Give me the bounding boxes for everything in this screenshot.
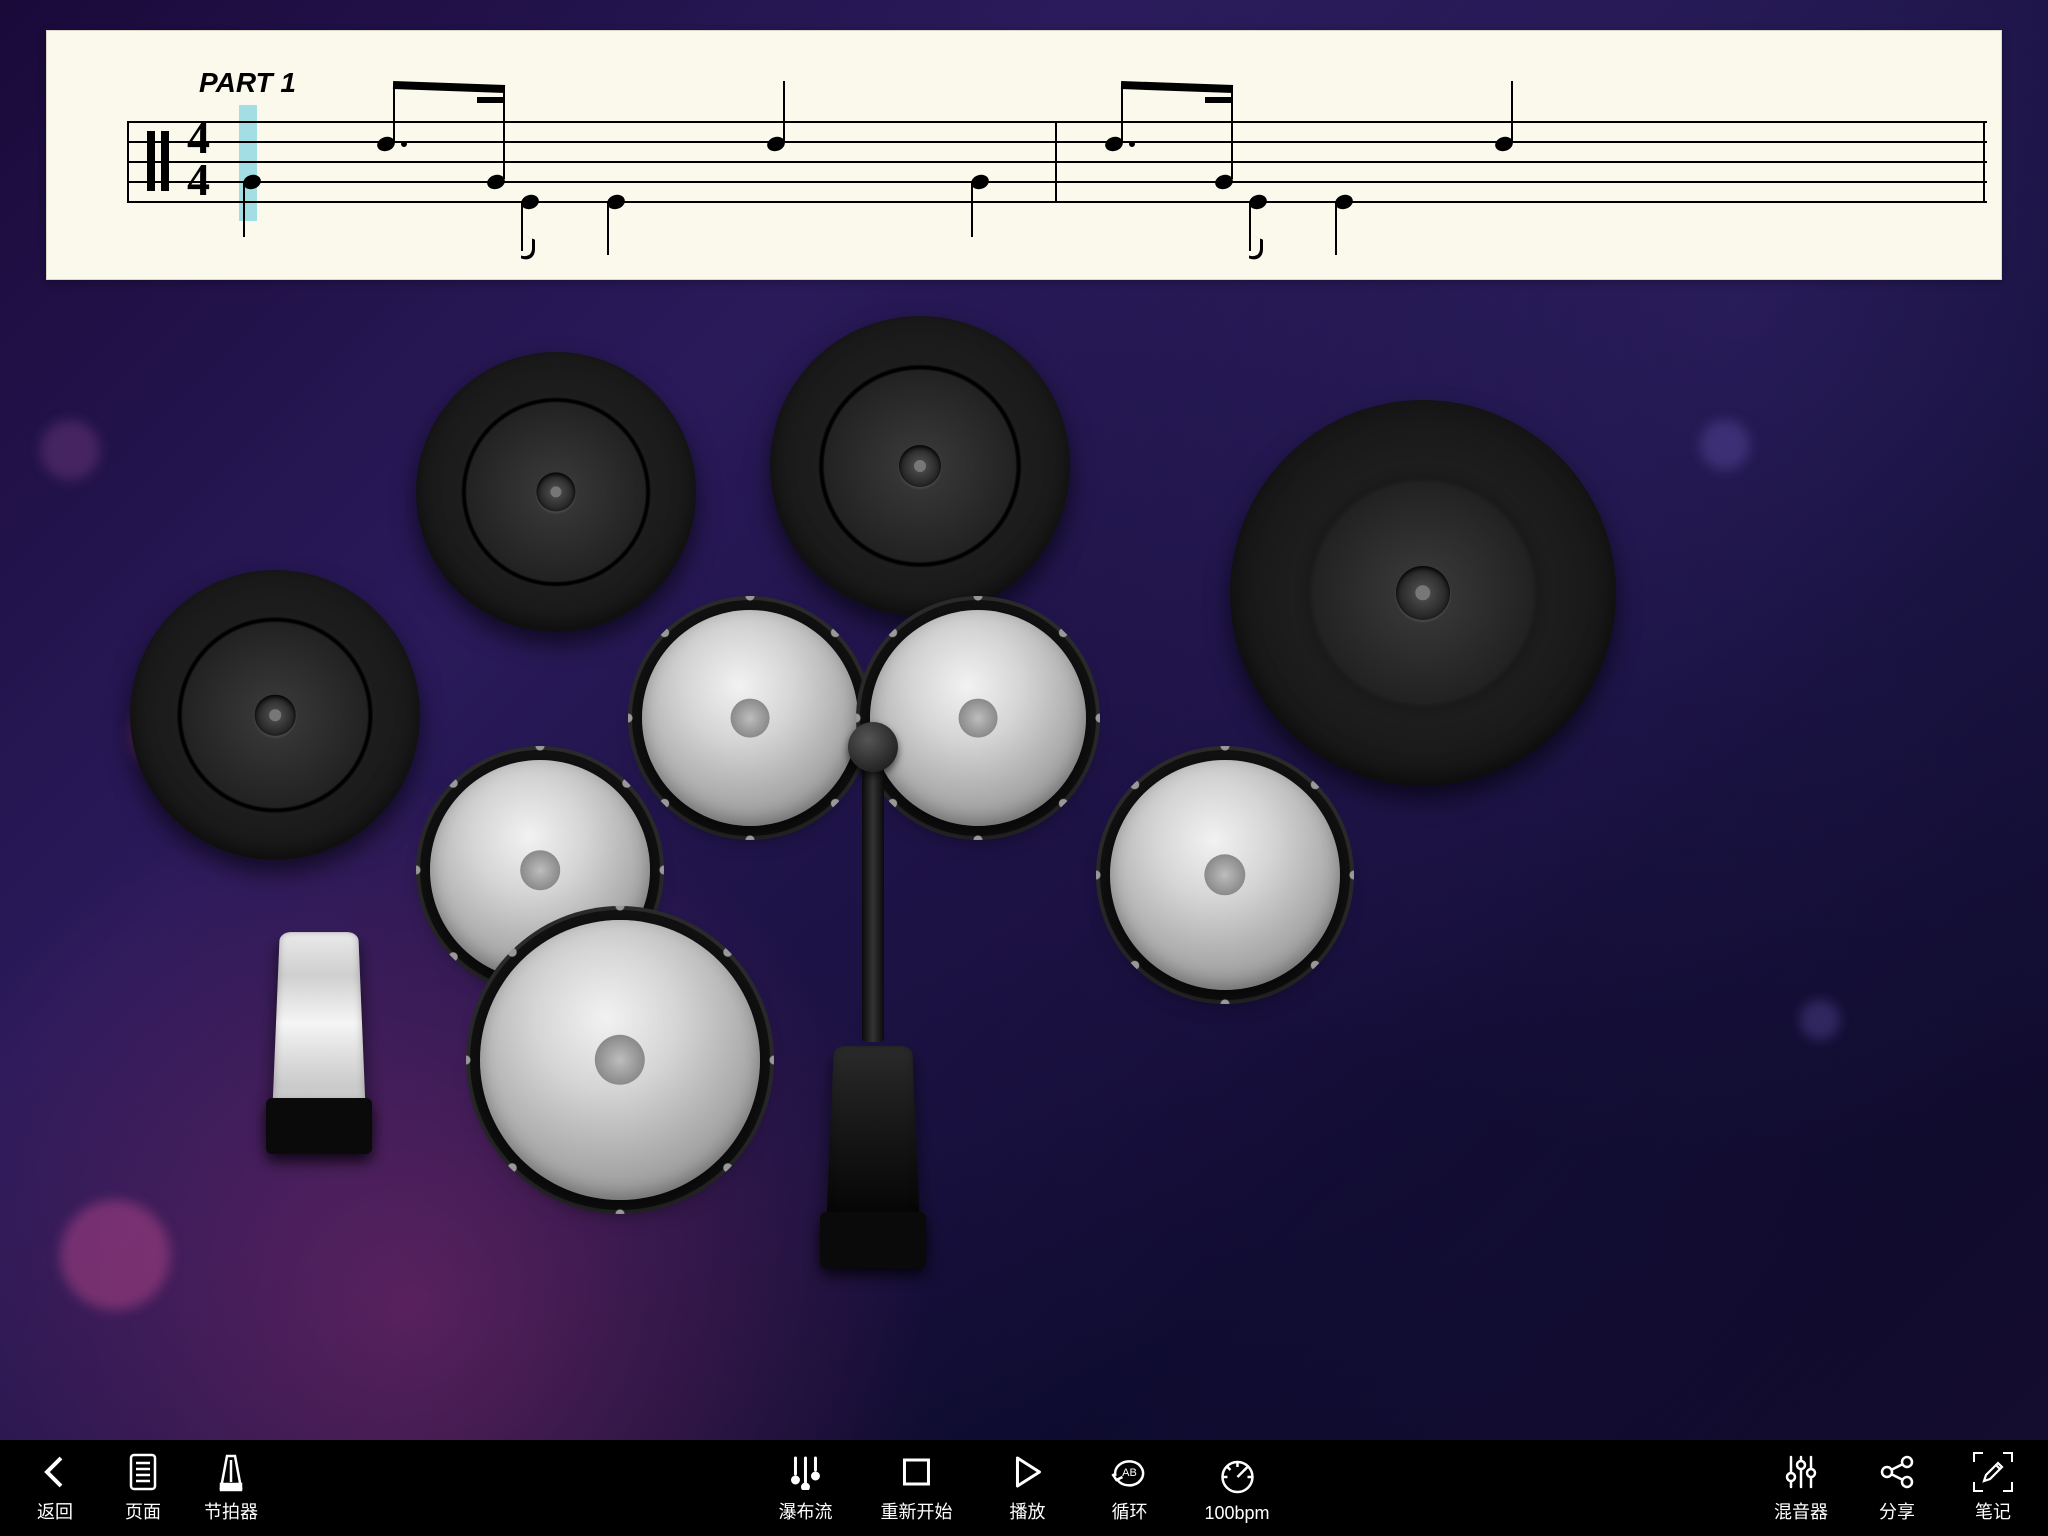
pencil-icon: [1973, 1452, 2013, 1492]
restart-label: 重新开始: [880, 1498, 952, 1524]
loop-label: 循环: [1111, 1498, 1147, 1524]
toolbar-left: 返回 页面 节拍器: [28, 1452, 258, 1524]
page-label: 页面: [125, 1498, 161, 1524]
back-label: 返回: [37, 1498, 73, 1524]
gauge-icon: [1217, 1457, 1257, 1497]
waterfall-label: 瀑布流: [778, 1498, 832, 1524]
mixer-button[interactable]: 混音器: [1774, 1452, 1828, 1524]
metronome-icon: [211, 1452, 251, 1492]
loop-ab-icon: AB: [1109, 1452, 1149, 1492]
play-button[interactable]: 播放: [1000, 1452, 1054, 1524]
share-label: 分享: [1879, 1498, 1915, 1524]
notes-button[interactable]: 笔记: [1966, 1452, 2020, 1524]
loop-button[interactable]: AB 循环: [1102, 1452, 1156, 1524]
page-button[interactable]: 页面: [116, 1452, 170, 1524]
crash-cymbal-1[interactable]: [416, 352, 696, 632]
hihat-cymbal[interactable]: [130, 570, 420, 860]
tom-high[interactable]: [642, 610, 858, 826]
toolbar-right: 混音器 分享 笔记: [1774, 1452, 2020, 1524]
tempo-label: 100bpm: [1204, 1503, 1269, 1524]
stop-icon: [896, 1452, 936, 1492]
svg-text:AB: AB: [1122, 1467, 1137, 1479]
toolbar: 返回 页面 节拍器 瀑布流 重新开始: [0, 1440, 2048, 1536]
restart-button[interactable]: 重新开始: [880, 1452, 952, 1524]
drum-kit: [0, 0, 2048, 1536]
crash-cymbal-2[interactable]: [770, 316, 1070, 616]
metronome-button[interactable]: 节拍器: [204, 1452, 258, 1524]
share-icon: [1877, 1452, 1917, 1492]
metronome-label: 节拍器: [204, 1498, 258, 1524]
page-icon: [123, 1452, 163, 1492]
waterfall-icon: [785, 1452, 825, 1492]
ride-cymbal[interactable]: [1230, 400, 1616, 786]
snare-large[interactable]: [480, 920, 760, 1200]
play-icon: [1007, 1452, 1047, 1492]
mixer-icon: [1781, 1452, 1821, 1492]
waterfall-button[interactable]: 瀑布流: [778, 1452, 832, 1524]
chevron-left-icon: [35, 1452, 75, 1492]
tom-mid[interactable]: [870, 610, 1086, 826]
mixer-label: 混音器: [1774, 1498, 1828, 1524]
toolbar-center: 瀑布流 重新开始 播放 AB 循环 100bpm: [778, 1452, 1269, 1524]
play-label: 播放: [1009, 1498, 1045, 1524]
back-button[interactable]: 返回: [28, 1452, 82, 1524]
share-button[interactable]: 分享: [1870, 1452, 1924, 1524]
tom-floor[interactable]: [1110, 760, 1340, 990]
tempo-button[interactable]: 100bpm: [1204, 1457, 1269, 1524]
notes-label: 笔记: [1975, 1498, 2011, 1524]
